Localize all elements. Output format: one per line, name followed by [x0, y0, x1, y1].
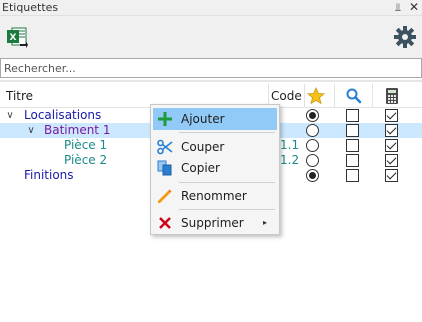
favorite-radio[interactable] [306, 169, 319, 182]
menu-item-supprimer[interactable]: Supprimer ▸ [153, 212, 277, 234]
submenu-arrow-icon: ▸ [263, 218, 268, 227]
copy-icon [157, 160, 173, 176]
panel-titlebar: Etiquettes ⫫ ✕ [0, 0, 422, 16]
chevron-down-icon[interactable]: ∨ [26, 123, 36, 138]
menu-item-renommer[interactable]: Renommer [153, 185, 277, 207]
calc-checkbox[interactable] [385, 139, 398, 152]
star-icon[interactable] [306, 86, 326, 105]
menu-item-label: Couper [181, 140, 225, 154]
menu-item-label: Ajouter [181, 112, 225, 126]
gear-icon[interactable] [394, 26, 416, 48]
menu-item-ajouter[interactable]: Ajouter [153, 108, 277, 130]
calc-checkbox[interactable] [385, 169, 398, 182]
plus-icon [157, 111, 173, 127]
menu-item-couper[interactable]: Couper [153, 136, 277, 158]
column-header-title[interactable]: Titre [6, 84, 33, 108]
close-icon[interactable]: ✕ [407, 0, 421, 15]
pin-icon[interactable]: ⫫ [392, 0, 404, 15]
delete-x-icon [157, 215, 173, 231]
column-divider [334, 84, 335, 108]
tree-item-label: Localisations [24, 108, 102, 122]
favorite-radio[interactable] [306, 139, 319, 152]
menu-item-label: Supprimer [181, 216, 244, 230]
search-checkbox[interactable] [346, 154, 359, 167]
menu-item-label: Copier [181, 161, 220, 175]
calc-checkbox[interactable] [385, 109, 398, 122]
favorite-radio[interactable] [306, 109, 319, 122]
tree-item-label: Batiment 1 [44, 123, 111, 137]
toolbar: X [0, 16, 422, 58]
excel-export-icon[interactable]: X [6, 26, 28, 48]
tree-item-code: 1.2 [280, 153, 300, 167]
tree-item-label: Finitions [24, 168, 74, 182]
search-icon[interactable] [345, 87, 363, 105]
svg-text:X: X [10, 33, 17, 43]
menu-separator [179, 132, 275, 133]
menu-separator [179, 182, 275, 183]
calculator-icon[interactable] [383, 87, 401, 105]
search-checkbox[interactable] [346, 124, 359, 137]
menu-item-label: Renommer [181, 189, 247, 203]
calc-checkbox[interactable] [385, 154, 398, 167]
tree-item-label: Pièce 1 [64, 138, 108, 152]
context-menu: Ajouter Couper Copier Renommer Supprimer… [150, 104, 280, 235]
panel-title: Etiquettes [2, 1, 59, 14]
calc-checkbox[interactable] [385, 124, 398, 137]
column-divider [372, 84, 373, 108]
search-checkbox[interactable] [346, 139, 359, 152]
favorite-radio[interactable] [306, 124, 319, 137]
search-input[interactable] [0, 58, 422, 78]
favorite-radio[interactable] [306, 154, 319, 167]
search-checkbox[interactable] [346, 169, 359, 182]
scissors-icon [157, 139, 173, 155]
menu-separator [179, 209, 275, 210]
chevron-down-icon[interactable]: ∨ [5, 108, 15, 123]
tree-item-code: 1.1 [280, 138, 300, 152]
pencil-icon [157, 188, 173, 204]
search-checkbox[interactable] [346, 109, 359, 122]
menu-item-copier[interactable]: Copier [153, 157, 277, 179]
column-divider [304, 84, 305, 108]
divider [0, 80, 422, 82]
tree-item-label: Pièce 2 [64, 153, 108, 167]
